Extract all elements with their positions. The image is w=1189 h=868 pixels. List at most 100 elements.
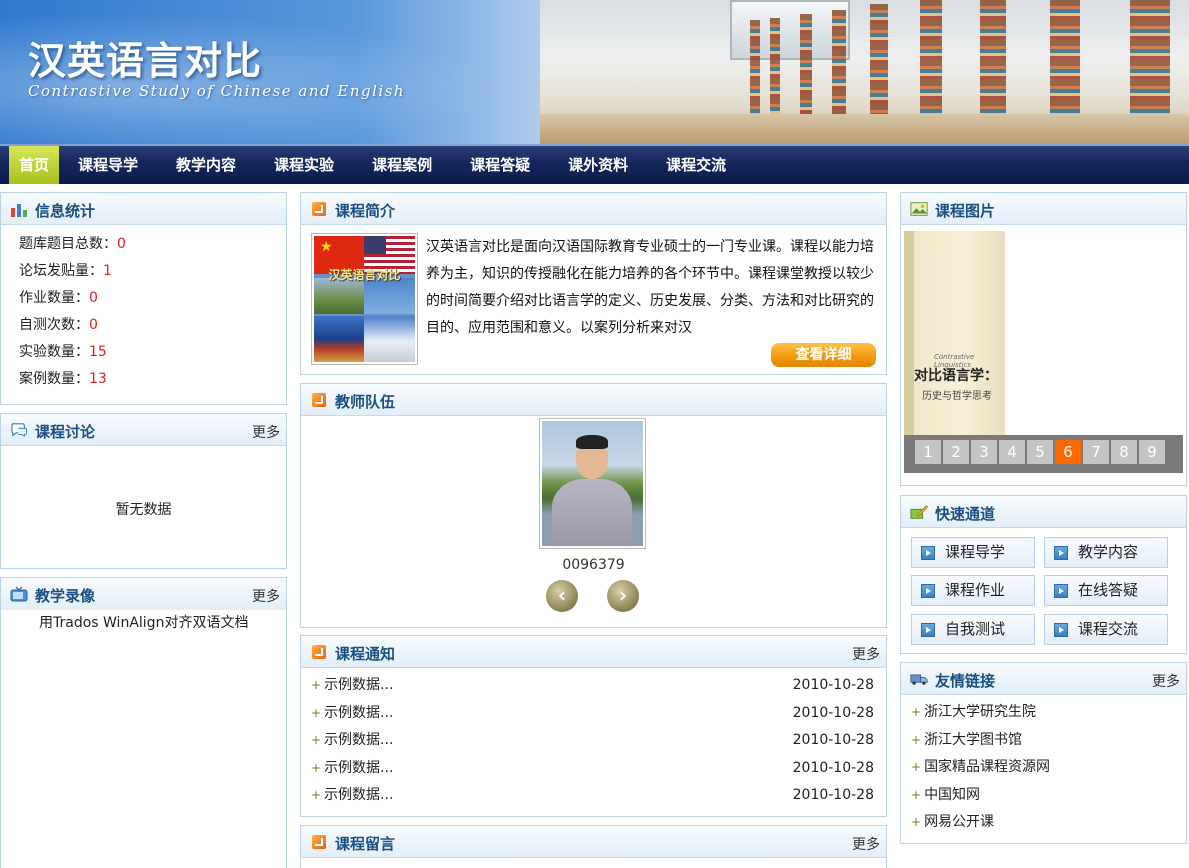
discussion-panel-header: 课程讨论 更多 — [1, 414, 286, 446]
next-teacher-button[interactable]: › — [607, 580, 639, 612]
pager-button-9[interactable]: 9 — [1139, 440, 1165, 464]
quick-link-label: 自我测试 — [945, 620, 1006, 638]
quick-link-label: 课程导学 — [945, 543, 1006, 561]
pager-button-6[interactable]: 6 — [1055, 440, 1081, 464]
stat-row-cases: 案例数量：13 — [19, 366, 286, 393]
messages-panel: 课程留言 更多 — [300, 825, 887, 868]
teachers-panel-header: 教师队伍 — [301, 384, 886, 416]
quick-link-exchange[interactable]: 课程交流 — [1044, 614, 1168, 645]
pager-button-1[interactable]: 1 — [915, 440, 941, 464]
pictures-panel: 课程图片 Contrastive Linguistics 对比语言学： 历史与哲… — [900, 192, 1187, 486]
bookshelf — [800, 14, 812, 126]
nav-item-qa[interactable]: 课程答疑 — [451, 146, 549, 184]
stat-row-questions: 题库题目总数：0 — [19, 231, 286, 258]
plus-icon: + — [911, 815, 922, 829]
quick-panel: 快速通道 课程导学 教学内容 课程作业 在线答疑 自我测试 课程交流 — [900, 495, 1187, 654]
messages-panel-header: 课程留言 更多 — [301, 826, 886, 858]
stat-value: 0 — [89, 317, 98, 333]
stat-value: 1 — [103, 263, 112, 279]
teacher-hair — [576, 435, 608, 449]
pager-button-4[interactable]: 4 — [999, 440, 1025, 464]
pager-button-7[interactable]: 7 — [1083, 440, 1109, 464]
pager-button-2[interactable]: 2 — [943, 440, 969, 464]
picture-pager: 123456789 — [904, 435, 1183, 473]
bookshelf — [750, 20, 760, 120]
quick-link-label: 课程作业 — [945, 581, 1006, 599]
link-label: 浙江大学研究生院 — [924, 704, 1037, 720]
videos-panel: 教学录像 更多 用Trados WinAlign对齐双语文档 — [0, 577, 287, 868]
list-item[interactable]: + 示例数据... 2010-10-28 — [311, 755, 886, 783]
stat-row-posts: 论坛发贴量：1 — [19, 258, 286, 285]
plus-icon: + — [311, 678, 322, 692]
plus-icon: + — [911, 760, 922, 774]
discussion-empty-text: 暂无数据 — [115, 502, 172, 518]
book-subtitle: 历史与哲学思考 — [922, 391, 992, 402]
nav-item-materials[interactable]: 课外资料 — [549, 146, 647, 184]
stat-row-selftest: 自测次数：0 — [19, 312, 286, 339]
quick-link-homework[interactable]: 课程作业 — [911, 575, 1035, 606]
discussion-panel: 课程讨论 更多 暂无数据 — [0, 413, 287, 569]
list-item[interactable]: + 示例数据... 2010-10-28 — [311, 782, 886, 810]
nav-item-guide[interactable]: 课程导学 — [59, 146, 157, 184]
list-item[interactable]: + 示例数据... 2010-10-28 — [311, 672, 886, 700]
book-spine — [904, 231, 914, 449]
arrow-box-icon — [312, 393, 326, 407]
notice-date: 2010-10-28 — [792, 732, 874, 749]
quick-link-selftest[interactable]: 自我测试 — [911, 614, 1035, 645]
nav-item-content[interactable]: 教学内容 — [157, 146, 255, 184]
arrow-box-icon — [312, 835, 326, 849]
pager-button-3[interactable]: 3 — [971, 440, 997, 464]
pictures-title: 课程图片 — [935, 202, 996, 220]
quick-title: 快速通道 — [935, 505, 996, 523]
list-item[interactable]: + 示例数据... 2010-10-28 — [311, 727, 886, 755]
stat-label: 题库题目总数： — [19, 236, 117, 252]
pager-button-8[interactable]: 8 — [1111, 440, 1137, 464]
arrow-box-icon — [312, 202, 326, 216]
link-label: 中国知网 — [924, 786, 981, 803]
discussion-more-link[interactable]: 更多 — [252, 422, 280, 442]
play-icon — [1054, 623, 1068, 637]
pager-button-5[interactable]: 5 — [1027, 440, 1053, 464]
teacher-name: 0096379 — [562, 557, 625, 573]
plus-icon: + — [311, 788, 322, 803]
teacher-photo[interactable] — [539, 418, 646, 549]
list-item[interactable]: + 示例数据... 2010-10-28 — [311, 700, 886, 728]
pictures-panel-header: 课程图片 — [901, 193, 1186, 225]
links-more-link[interactable]: 更多 — [1152, 671, 1180, 691]
capitol-image — [364, 316, 415, 362]
nav-item-exchange[interactable]: 课程交流 — [647, 146, 745, 184]
notice-date: 2010-10-28 — [792, 677, 874, 693]
nav-item-cases[interactable]: 课程案例 — [353, 146, 451, 184]
book-cover-image[interactable]: Contrastive Linguistics 对比语言学： 历史与哲学思考 — [904, 231, 1005, 449]
notice-text: 示例数据... — [324, 759, 394, 776]
quick-link-content[interactable]: 教学内容 — [1044, 537, 1168, 568]
nav-item-experiment[interactable]: 课程实验 — [255, 146, 353, 184]
link-item[interactable]: + 中国知网 — [911, 782, 1186, 810]
plus-icon: + — [911, 787, 922, 802]
link-item[interactable]: + 浙江大学研究生院 — [911, 699, 1186, 727]
link-label: 国家精品课程资源网 — [924, 759, 1051, 775]
messages-more-link[interactable]: 更多 — [852, 834, 880, 854]
link-item[interactable]: + 网易公开课 — [911, 809, 1186, 837]
prev-teacher-button[interactable]: ‹ — [546, 580, 578, 612]
notices-more-link[interactable]: 更多 — [852, 644, 880, 664]
intro-image: ★ 汉英语言对比 — [311, 233, 418, 365]
quick-link-online-qa[interactable]: 在线答疑 — [1044, 575, 1168, 606]
link-item[interactable]: + 浙江大学图书馆 — [911, 727, 1186, 755]
statue-of-liberty-image — [364, 278, 415, 314]
view-detail-button[interactable]: 查看详细 — [771, 343, 876, 367]
link-item[interactable]: + 国家精品课程资源网 — [911, 754, 1186, 782]
plus-icon: + — [311, 760, 322, 775]
messages-title: 课程留言 — [335, 835, 396, 853]
videos-more-link[interactable]: 更多 — [252, 586, 280, 606]
chevron-left-icon: ‹ — [557, 583, 567, 607]
stat-label: 实验数量： — [19, 344, 89, 360]
video-item[interactable]: 用Trados WinAlign对齐双语文档 — [1, 610, 286, 632]
stats-panel: 信息统计 题库题目总数：0 论坛发贴量：1 作业数量：0 自测次数：0 实验数量… — [0, 192, 287, 405]
bookshelf — [870, 4, 888, 130]
library-floor — [540, 114, 1189, 144]
quick-link-guide[interactable]: 课程导学 — [911, 537, 1035, 568]
nav-item-home[interactable]: 首页 — [9, 146, 60, 184]
videos-panel-header: 教学录像 更多 — [1, 578, 286, 610]
links-title: 友情链接 — [935, 672, 996, 690]
